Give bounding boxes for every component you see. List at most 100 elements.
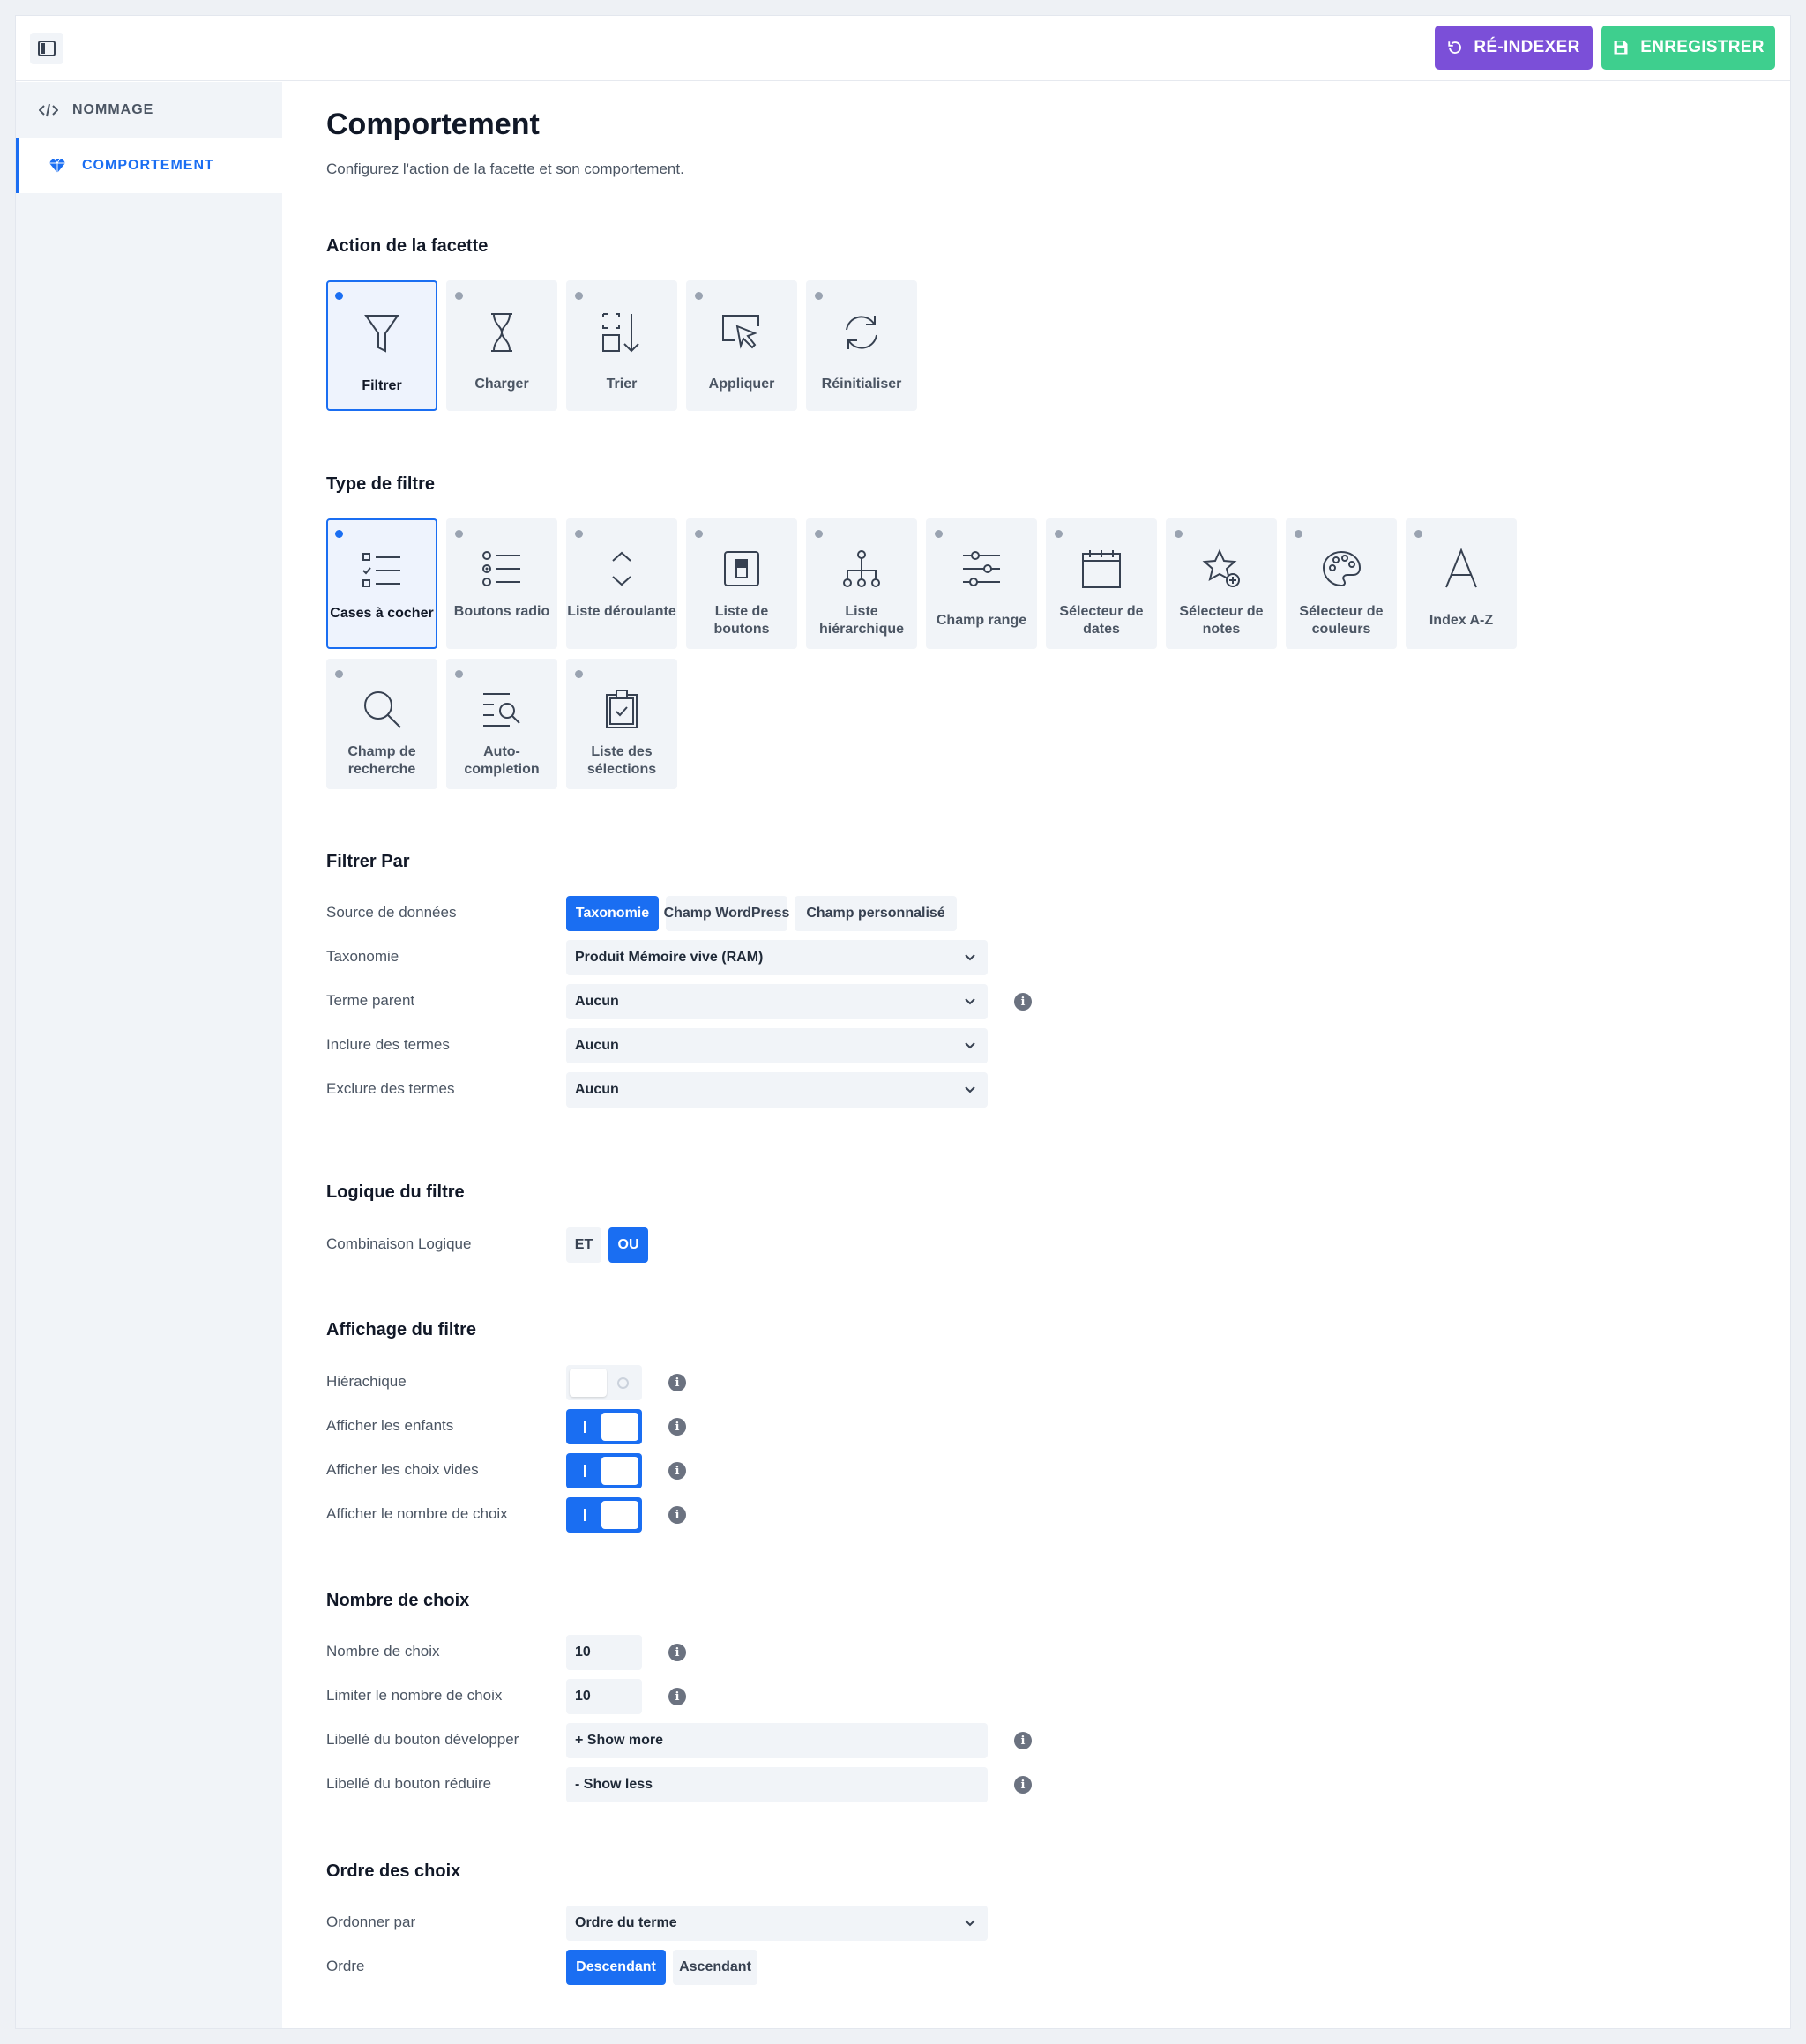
filter-type-selections[interactable]: Liste des sélections bbox=[566, 659, 677, 789]
checkbox-list-icon bbox=[362, 553, 400, 587]
info-icon[interactable]: i bbox=[668, 1374, 686, 1391]
info-icon[interactable]: i bbox=[668, 1506, 686, 1524]
reindex-button[interactable]: RÉ-INDEXER bbox=[1435, 26, 1593, 70]
section-title-filter-by: Filtrer Par bbox=[326, 852, 410, 871]
chevron-down-icon bbox=[965, 1042, 975, 1049]
logic-option-et[interactable]: ET bbox=[566, 1227, 601, 1263]
source-option-wordpress[interactable]: Champ WordPress bbox=[664, 896, 789, 931]
choices-limit-input[interactable]: 10 bbox=[566, 1679, 642, 1714]
show-count-toggle[interactable] bbox=[566, 1497, 642, 1533]
section-title-filter-type: Type de filtre bbox=[326, 474, 435, 494]
filter-type-label: Liste de boutons bbox=[713, 604, 770, 637]
filter-type-rating[interactable]: Sélecteur de notes bbox=[1166, 518, 1277, 649]
text-search-icon bbox=[483, 693, 520, 727]
info-icon[interactable]: i bbox=[1014, 1732, 1032, 1749]
info-icon[interactable]: i bbox=[668, 1418, 686, 1436]
source-label: Source de données bbox=[326, 904, 457, 921]
info-icon[interactable]: i bbox=[668, 1462, 686, 1480]
show-count-label: Afficher le nombre de choix bbox=[326, 1505, 508, 1522]
sidebar-toggle-button[interactable] bbox=[30, 33, 63, 64]
filter-type-label: Sélecteur de notes bbox=[1179, 604, 1264, 637]
parent-term-label: Terme parent bbox=[326, 992, 415, 1009]
parent-term-value: Aucun bbox=[575, 994, 619, 1009]
sidebar-item-comportement[interactable]: COMPORTEMENT bbox=[16, 138, 282, 193]
section-title-logic: Logique du filtre bbox=[326, 1182, 465, 1202]
option-indicator bbox=[455, 292, 463, 300]
show-children-toggle[interactable] bbox=[566, 1409, 642, 1444]
source-option-taxonomie[interactable]: Taxonomie bbox=[566, 896, 659, 931]
info-icon[interactable]: i bbox=[668, 1644, 686, 1661]
filter-type-label: Liste déroulante bbox=[567, 604, 676, 619]
funnel-icon bbox=[364, 315, 399, 353]
reindex-label: RÉ-INDEXER bbox=[1474, 38, 1580, 56]
chevron-down-icon bbox=[965, 1920, 975, 1927]
filter-type-radio[interactable]: Boutons radio bbox=[446, 518, 557, 649]
taxonomy-label: Taxonomie bbox=[326, 948, 399, 965]
option-indicator bbox=[575, 292, 583, 300]
order-by-select[interactable]: Ordre du terme bbox=[566, 1906, 988, 1941]
filter-type-button-list[interactable]: Liste de boutons bbox=[686, 518, 797, 649]
option-indicator bbox=[335, 670, 343, 678]
filter-type-dropdown[interactable]: Liste déroulante bbox=[566, 518, 677, 649]
include-terms-label: Inclure des termes bbox=[326, 1036, 450, 1053]
exclude-terms-label: Exclure des termes bbox=[326, 1080, 455, 1097]
filter-type-range[interactable]: Champ range bbox=[926, 518, 1037, 649]
info-icon[interactable]: i bbox=[668, 1688, 686, 1705]
filter-type-az-index[interactable]: Index A-Z bbox=[1406, 518, 1517, 649]
taxonomy-select[interactable]: Produit Mémoire vive (RAM) bbox=[566, 940, 988, 975]
chevron-down-icon bbox=[965, 1086, 975, 1093]
code-icon bbox=[39, 103, 58, 116]
show-less-input[interactable]: - Show less bbox=[566, 1767, 988, 1802]
action-option-appliquer[interactable]: Appliquer bbox=[686, 280, 797, 411]
include-terms-select[interactable]: Aucun bbox=[566, 1028, 988, 1063]
filter-type-date[interactable]: Sélecteur de dates bbox=[1046, 518, 1157, 649]
show-more-label: Libellé du bouton développer bbox=[326, 1731, 519, 1748]
filter-type-hierarchy[interactable]: Liste hiérarchique bbox=[806, 518, 917, 649]
action-option-charger[interactable]: Charger bbox=[446, 280, 557, 411]
filter-type-checkboxes[interactable]: Cases à cocher bbox=[326, 518, 437, 649]
option-indicator bbox=[815, 292, 823, 300]
option-indicator bbox=[1414, 530, 1422, 538]
star-icon bbox=[1202, 548, 1240, 587]
show-empty-toggle[interactable] bbox=[566, 1453, 642, 1488]
choices-number-input[interactable]: 10 bbox=[566, 1635, 642, 1670]
filter-type-label: Champ range bbox=[936, 613, 1027, 628]
sort-icon bbox=[602, 313, 639, 353]
logic-label: Combinaison Logique bbox=[326, 1235, 472, 1252]
option-indicator bbox=[455, 670, 463, 678]
show-more-input[interactable]: + Show more bbox=[566, 1723, 988, 1758]
action-option-filtrer[interactable]: Filtrer bbox=[326, 280, 437, 411]
option-indicator bbox=[1055, 530, 1063, 538]
info-icon[interactable]: i bbox=[1014, 993, 1032, 1011]
option-indicator bbox=[575, 670, 583, 678]
action-option-reinitialiser[interactable]: Réinitialiser bbox=[806, 280, 917, 411]
filter-type-label: Liste hiérarchique bbox=[818, 604, 905, 637]
filter-type-color[interactable]: Sélecteur de couleurs bbox=[1286, 518, 1397, 649]
parent-term-select[interactable]: Aucun bbox=[566, 984, 988, 1019]
filter-type-autocomplete[interactable]: Auto-completion bbox=[446, 659, 557, 789]
action-option-label: Réinitialiser bbox=[821, 377, 902, 392]
top-bar: RÉ-INDEXER ENREGISTRER bbox=[16, 16, 1790, 81]
order-option-ascendant[interactable]: Ascendant bbox=[673, 1950, 757, 1985]
exclude-terms-select[interactable]: Aucun bbox=[566, 1072, 988, 1108]
filter-type-label: Boutons radio bbox=[453, 604, 550, 619]
info-icon[interactable]: i bbox=[1014, 1776, 1032, 1794]
save-button[interactable]: ENREGISTRER bbox=[1601, 26, 1775, 70]
sidebar-item-nommage[interactable]: NOMMAGE bbox=[16, 82, 282, 138]
diamond-icon bbox=[49, 158, 65, 173]
logic-option-ou[interactable]: OU bbox=[608, 1227, 648, 1263]
sidebar-item-label: NOMMAGE bbox=[72, 101, 154, 117]
show-empty-label: Afficher les choix vides bbox=[326, 1461, 479, 1478]
button-icon bbox=[724, 551, 759, 586]
hourglass-icon bbox=[491, 313, 512, 352]
filter-type-label: Champ de recherche bbox=[347, 744, 416, 777]
reindex-icon bbox=[1448, 41, 1462, 54]
letter-a-icon bbox=[1445, 548, 1477, 588]
hierarchical-toggle[interactable] bbox=[566, 1365, 642, 1400]
action-option-trier[interactable]: Trier bbox=[566, 280, 677, 411]
order-option-descendant[interactable]: Descendant bbox=[566, 1950, 666, 1985]
filter-type-search[interactable]: Champ de recherche bbox=[326, 659, 437, 789]
hierarchical-label: Hiérachique bbox=[326, 1373, 407, 1390]
section-title-order: Ordre des choix bbox=[326, 1861, 461, 1881]
source-option-custom[interactable]: Champ personnalisé bbox=[795, 896, 957, 931]
